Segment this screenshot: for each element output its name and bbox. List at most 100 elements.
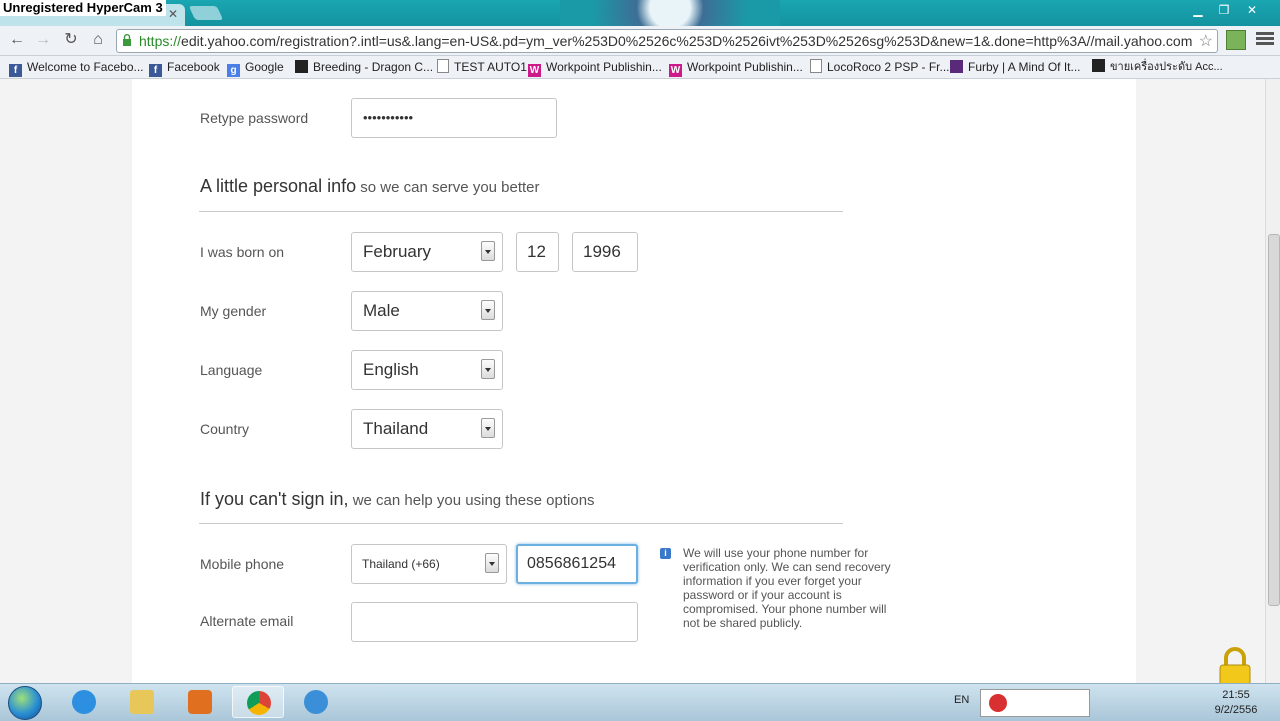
language-select[interactable]: English <box>351 350 503 390</box>
chevron-down-icon <box>485 553 499 573</box>
birth-month-select[interactable]: February <box>351 232 503 272</box>
bookmark-item[interactable]: g Google <box>227 58 284 77</box>
reload-icon[interactable]: ↻ <box>60 30 82 50</box>
bookmark-label: LocoRoco 2 PSP - Fr... <box>827 60 950 74</box>
bookmark-item[interactable]: f Facebook <box>149 58 220 77</box>
phone-help-text: We will use your phone number for verifi… <box>683 546 891 630</box>
new-tab-button[interactable] <box>188 6 224 20</box>
info-icon: i <box>660 548 671 559</box>
bookmark-label: Workpoint Publishin... <box>687 60 803 74</box>
recovery-heading: If you can't sign in, we can help you us… <box>200 489 595 510</box>
itunes-icon <box>304 690 328 714</box>
secure-lock-icon <box>123 34 131 46</box>
taskbar-chrome[interactable] <box>232 686 284 718</box>
taskbar-file-explorer[interactable] <box>116 686 168 718</box>
windows-taskbar: EN 21:55 9/2/2556 <box>0 683 1280 721</box>
facebook-icon: f <box>9 64 22 77</box>
workpoint-icon: W <box>528 64 541 77</box>
maximize-icon[interactable]: ❐ <box>1212 2 1236 18</box>
personal-info-heading: A little personal info so we can serve y… <box>200 176 540 197</box>
country-code-select[interactable]: Thailand (+66) <box>351 544 507 584</box>
theme-artwork <box>560 0 780 26</box>
country-label: Country <box>200 421 250 437</box>
language-value: English <box>363 360 419 379</box>
bookmark-item[interactable]: W Workpoint Publishin... <box>528 58 662 77</box>
bookmark-item[interactable]: f Welcome to Facebo... <box>9 58 144 77</box>
home-icon[interactable]: ⌂ <box>87 30 109 50</box>
bookmarks-bar: f Welcome to Facebo... f Facebook g Google … <box>0 56 1280 79</box>
birth-month-value: February <box>363 242 432 261</box>
hypercam-controls[interactable] <box>980 689 1090 717</box>
chrome-icon <box>247 691 271 715</box>
retype-password-label: Retype password <box>200 110 309 126</box>
chrome-menu-icon[interactable] <box>1256 30 1274 48</box>
bookmark-item[interactable]: Breeding - Dragon C... <box>295 58 433 76</box>
forward-icon[interactable]: → <box>32 30 54 50</box>
extension-icon[interactable] <box>1226 30 1246 50</box>
clock-time: 21:55 <box>1222 689 1250 701</box>
mobile-phone-input[interactable]: 0856861254 <box>516 544 638 584</box>
url-path: edit.yahoo.com/registration?.intl=us&.la… <box>181 33 1193 49</box>
gender-value: Male <box>363 301 400 320</box>
language-label: Language <box>200 362 263 378</box>
section-divider <box>199 211 843 212</box>
bookmark-star-icon[interactable]: ☆ <box>1199 31 1213 51</box>
tab-close-icon[interactable]: ✕ <box>168 7 178 21</box>
recovery-subtitle: we can help you using these options <box>348 492 595 509</box>
hypercam-watermark: Unregistered HyperCam 3 <box>0 0 166 16</box>
recovery-title: If you can't sign in, <box>200 489 349 509</box>
record-icon[interactable] <box>989 694 1007 712</box>
gender-select[interactable]: Male <box>351 291 503 331</box>
bookmark-label: Breeding - Dragon C... <box>313 60 434 74</box>
bookmark-label: Furby | A Mind Of It... <box>968 60 1081 74</box>
alternate-email-input[interactable] <box>351 602 638 642</box>
clock-date: 9/2/2556 <box>1214 704 1258 716</box>
address-bar[interactable]: https://edit.yahoo.com/registration?.int… <box>116 29 1218 53</box>
taskbar-internet-explorer[interactable] <box>58 686 110 718</box>
workpoint-icon: W <box>669 64 682 77</box>
system-clock[interactable]: 21:55 9/2/2556 <box>1206 688 1266 718</box>
start-button[interactable] <box>8 686 42 720</box>
section-divider <box>199 523 843 524</box>
page-icon <box>810 59 822 73</box>
taskbar-itunes[interactable] <box>290 686 342 718</box>
country-select[interactable]: Thailand <box>351 409 503 449</box>
bookmark-label: Google <box>245 60 284 74</box>
personal-info-title: A little personal info <box>200 176 357 196</box>
bookmark-item[interactable]: W Workpoint Publishin... <box>669 58 803 77</box>
url-text: https://edit.yahoo.com/registration?.int… <box>139 33 1192 49</box>
mobile-phone-label: Mobile phone <box>200 556 285 572</box>
browser-titlebar: ✕ ▁ ❐ ✕ <box>0 0 1280 26</box>
language-indicator[interactable]: EN <box>954 694 969 706</box>
retype-password-input[interactable]: ••••••••••• <box>351 98 557 138</box>
birth-year-input[interactable]: 1996 <box>572 232 638 272</box>
page-background <box>0 79 1265 683</box>
bookmark-label: Welcome to Facebo... <box>27 60 144 74</box>
personal-info-subtitle: so we can serve you better <box>356 179 540 196</box>
chevron-down-icon <box>481 418 495 438</box>
birth-day-input[interactable]: 12 <box>516 232 559 272</box>
internet-explorer-icon <box>72 690 96 714</box>
bookmark-item[interactable]: LocoRoco 2 PSP - Fr... <box>810 58 950 76</box>
chevron-down-icon <box>481 359 495 379</box>
bookmark-item[interactable]: TEST AUTO1 <box>437 58 527 76</box>
taskbar-media-player[interactable] <box>174 686 226 718</box>
bookmark-item[interactable]: Furby | A Mind Of It... <box>950 58 1081 76</box>
scrollbar-thumb[interactable] <box>1268 234 1280 606</box>
minimize-icon[interactable]: ▁ <box>1186 2 1210 18</box>
back-icon[interactable]: ← <box>6 30 28 50</box>
furby-icon <box>950 60 963 73</box>
facebook-icon: f <box>149 64 162 77</box>
registration-card <box>132 79 1136 683</box>
bookmark-label: ขายเครื่องประดับ Acc... <box>1110 61 1223 73</box>
bookmark-label: Workpoint Publishin... <box>546 60 662 74</box>
media-player-icon <box>188 690 212 714</box>
chevron-down-icon <box>481 300 495 320</box>
url-scheme: https:// <box>139 33 182 49</box>
google-icon: g <box>227 64 240 77</box>
bookmark-label: TEST AUTO1 <box>454 60 527 74</box>
page-scrollbar[interactable] <box>1265 79 1280 683</box>
page-icon <box>437 59 449 73</box>
close-window-icon[interactable]: ✕ <box>1240 2 1264 18</box>
bookmark-item[interactable]: ขายเครื่องประดับ Acc... <box>1092 58 1223 76</box>
